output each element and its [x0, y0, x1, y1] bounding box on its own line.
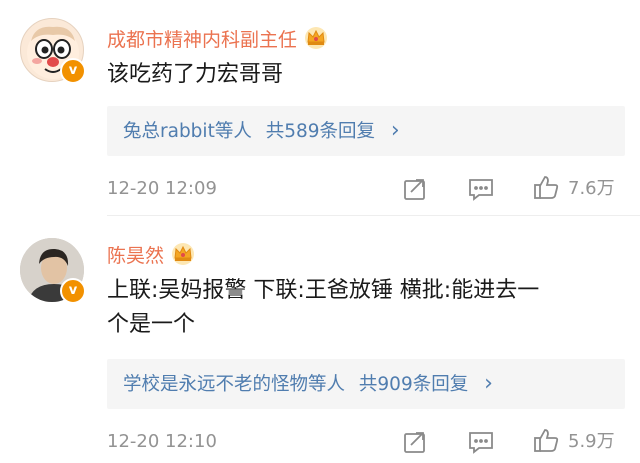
- share-icon[interactable]: [402, 176, 428, 206]
- timestamp: 12-20 12:10: [107, 431, 217, 452]
- username[interactable]: 陈昊然: [107, 241, 196, 271]
- share-icon[interactable]: [402, 429, 428, 459]
- reply-count[interactable]: 共589条回复: [266, 121, 375, 142]
- username[interactable]: 成都市精神内科副主任: [107, 25, 329, 55]
- username-label: 陈昊然: [107, 245, 165, 267]
- timestamp: 12-20 12:09: [107, 178, 217, 199]
- comment-text: 上联:吴妈报警 下联:王爸放锤 横批:能进去一个是一个: [107, 278, 540, 337]
- thumbs-up-icon[interactable]: [532, 426, 560, 458]
- username-label: 成都市精神内科副主任: [107, 29, 298, 51]
- reply-count[interactable]: 共909条回复: [359, 374, 468, 395]
- like-count: 7.6万: [568, 178, 615, 199]
- thumbs-up-icon[interactable]: [532, 173, 560, 205]
- like-count: 5.9万: [568, 431, 615, 452]
- comment-item: v 陈昊然 上联:吴妈报警 下联:王爸放锤 横批:能进去一个是一个 学校是永远不…: [0, 216, 640, 463]
- comment-icon[interactable]: [467, 429, 495, 459]
- reply-summary[interactable]: 学校是永远不老的怪物等人 共909条回复 ›: [107, 359, 625, 409]
- avatar[interactable]: v: [20, 18, 86, 84]
- reply-users[interactable]: 兔总rabbit等人: [123, 121, 252, 142]
- reply-summary[interactable]: 兔总rabbit等人 共589条回复 ›: [107, 106, 625, 156]
- verified-badge-icon: v: [60, 278, 86, 304]
- crown-icon: [303, 25, 329, 55]
- avatar[interactable]: v: [20, 238, 86, 304]
- chevron-right-icon: ›: [484, 371, 493, 396]
- reply-users[interactable]: 学校是永远不老的怪物等人: [123, 374, 345, 395]
- comment-icon[interactable]: [467, 176, 495, 206]
- verified-badge-icon: v: [60, 58, 86, 84]
- crown-icon: [170, 241, 196, 271]
- comment-text: 该吃药了力宏哥哥: [107, 62, 284, 87]
- chevron-right-icon: ›: [390, 118, 400, 143]
- comment-item: v 成都市精神内科副主任 该吃药了力宏哥哥 兔总rabbit等人 共589条回复…: [0, 0, 640, 216]
